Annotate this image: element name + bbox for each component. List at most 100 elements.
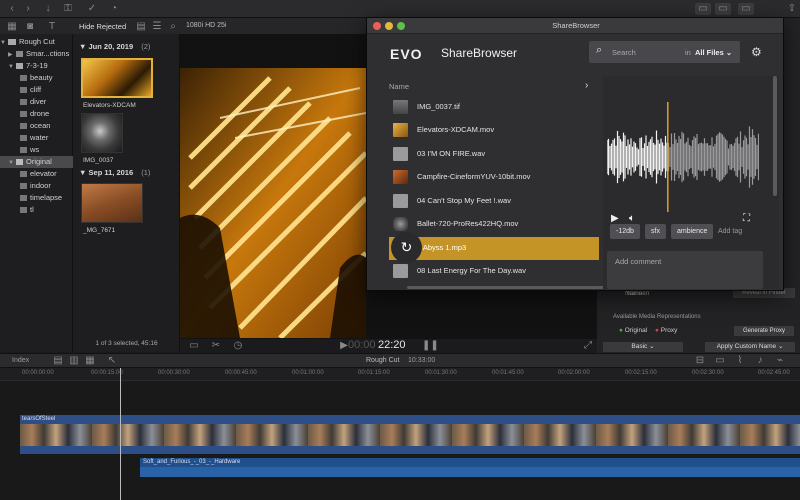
clip-appearance-icon[interactable]: ▤	[135, 21, 147, 33]
list-item[interactable]: Ballet-720-ProRes422HQ.mov	[389, 213, 599, 236]
clip-label: _MG_7671	[83, 227, 116, 234]
date-group-header[interactable]: ▼ Sep 11, 2016 (1)	[79, 168, 150, 177]
event-7-3-19[interactable]: ▼ 7-3-19	[0, 60, 73, 72]
keyword-indoor[interactable]: indoor	[0, 180, 73, 192]
library-smart-collections[interactable]: ▶ Smar...ctions	[0, 48, 73, 60]
audio-meter-icon[interactable]: ⊟	[694, 355, 706, 367]
search-placeholder: Search	[612, 48, 636, 57]
clip-thumbnail-mg7671[interactable]	[81, 183, 143, 223]
audio-waveform[interactable]	[607, 102, 759, 212]
original-option[interactable]: ● Original	[619, 327, 647, 334]
titles-icon[interactable]: T	[46, 21, 58, 33]
list-item[interactable]: 04 Can't Stop My Feet !.wav	[389, 190, 599, 213]
list-item[interactable]: Elevators-XDCAM.mov	[389, 119, 599, 142]
comment-placeholder: Add comment	[615, 257, 662, 266]
video-icon	[393, 170, 408, 184]
keyword-tl[interactable]: tl	[0, 204, 73, 216]
index-button[interactable]: Index	[12, 357, 29, 364]
filter-popup[interactable]: Hide Rejected	[79, 22, 126, 31]
pause-icon[interactable]: ❚❚	[422, 340, 439, 352]
select-tool-icon[interactable]: ↖	[106, 355, 118, 367]
keyword-cliff[interactable]: cliff	[0, 84, 73, 96]
share-icon[interactable]: ⇪	[786, 3, 798, 15]
ruler-tick: 00:01:45:00	[492, 370, 524, 376]
insert-clip-icon[interactable]: ▥	[68, 355, 80, 367]
keyword-icon[interactable]: ⚿	[62, 3, 74, 15]
date-group-header[interactable]: ▼ Jun 20, 2019 (2)	[79, 42, 150, 51]
media-reps-label: Available Media Representations	[613, 314, 701, 320]
keyword-elevator[interactable]: elevator	[0, 168, 73, 180]
view-options-icon[interactable]: ▭	[188, 340, 200, 352]
clip-appearance-icon[interactable]: ▭	[714, 355, 726, 367]
video-clip-audio[interactable]	[20, 446, 800, 454]
libraries-icon[interactable]: ▦	[6, 21, 18, 33]
keyword-timelapse[interactable]: timelapse	[0, 192, 73, 204]
audio-clip-waveform[interactable]	[140, 467, 800, 477]
video-clip-filmstrip[interactable]	[20, 424, 800, 446]
search-icon[interactable]: ⌕	[167, 21, 179, 33]
play-icon[interactable]: ▶	[611, 213, 619, 224]
keyword-water[interactable]: water	[0, 132, 73, 144]
audio-icon	[393, 147, 408, 161]
list-item[interactable]: 03 I'M ON FIRE.wav	[389, 143, 599, 166]
app-name: ShareBrowser	[441, 46, 518, 60]
fullscreen-icon[interactable]: ⛶	[743, 213, 750, 224]
clip-label: IMG_0037	[83, 157, 114, 164]
search-field[interactable]: ⌕ Search in All Files ⌄	[589, 41, 740, 63]
clip-thumbnail-elevators[interactable]	[81, 58, 153, 98]
check-icon[interactable]: ✓	[86, 3, 98, 15]
transform-icon[interactable]: ✂	[210, 340, 222, 352]
back-icon[interactable]: ‹	[6, 3, 18, 15]
audio-icon	[393, 194, 408, 208]
refresh-icon[interactable]: ↻	[391, 232, 422, 263]
list-item[interactable]: IMG_0037.tif	[389, 96, 599, 119]
speed-icon[interactable]: ◷	[232, 340, 244, 352]
keyword-diver[interactable]: diver	[0, 96, 73, 108]
audio-clip-name: Soft_and_Furious_-_03_-_Hardware	[140, 458, 800, 467]
import-icon[interactable]: ↓	[42, 3, 54, 15]
clip-thumbnail-img0037[interactable]	[81, 113, 123, 153]
comment-field[interactable]: Add comment	[607, 251, 763, 289]
filter-settings-icon[interactable]: ⚙	[751, 45, 762, 59]
keyword-ocean[interactable]: ocean	[0, 120, 73, 132]
event-original[interactable]: ▼ Original	[0, 156, 73, 168]
skimming-icon[interactable]: ⌇	[734, 355, 746, 367]
proxy-option[interactable]: ● Proxy	[655, 327, 677, 334]
keyword-ws[interactable]: ws	[0, 144, 73, 156]
forward-icon[interactable]: ›	[22, 3, 34, 15]
library-rough-cut[interactable]: ▼ Rough Cut	[0, 36, 73, 48]
playhead[interactable]	[120, 368, 121, 500]
scope-prefix: in	[685, 48, 691, 57]
tag-chip[interactable]: sfx	[645, 224, 666, 239]
evo-logo: EVO	[390, 46, 423, 62]
add-tag-input[interactable]: Add tag	[718, 228, 742, 235]
layout-icon-3[interactable]: ▭	[738, 3, 754, 15]
keyword-drone[interactable]: drone	[0, 108, 73, 120]
vertical-scrollbar[interactable]	[773, 76, 777, 196]
generate-proxy-button[interactable]: Generate Proxy	[734, 326, 794, 336]
audio-skimming-icon[interactable]: ♪	[754, 355, 766, 367]
selection-status: 1 of 3 selected, 45:16	[95, 340, 158, 347]
keyword-beauty[interactable]: beauty	[0, 72, 73, 84]
list-view-icon[interactable]: ☰	[151, 21, 163, 33]
layout-icon-2[interactable]: ▭	[715, 3, 731, 15]
background-tasks-icon[interactable]: ◔	[108, 3, 120, 15]
layout-icon-1[interactable]: ▭	[695, 3, 711, 15]
list-item[interactable]: Campfire-CineformYUV-10bit.mov	[389, 166, 599, 189]
snapping-icon[interactable]: ⌁	[774, 355, 786, 367]
append-clip-icon[interactable]: ▦	[84, 355, 96, 367]
fullscreen-icon[interactable]: ⤢	[582, 340, 594, 352]
tag-chip[interactable]: -12db	[610, 224, 640, 239]
photos-icon[interactable]: ◙	[24, 21, 36, 33]
apply-custom-name-popup[interactable]: Apply Custom Name ⌄	[705, 342, 795, 352]
chevron-right-icon[interactable]: ›	[585, 80, 588, 91]
basic-popup[interactable]: Basic ⌄	[603, 342, 683, 352]
timeline-toolbar: Index ▤ ▥ ▦ ↖ Rough Cut 10:33:00 ⊟ ▭ ⌇ ♪…	[0, 353, 800, 368]
connect-clip-icon[interactable]: ▤	[52, 355, 64, 367]
column-header-name[interactable]: Name	[389, 82, 409, 91]
viewer-controls: ▭ ✂ ◷ ▶ 00:00 22:20 ❚❚ ⤢	[180, 339, 600, 353]
tag-chip[interactable]: ambience	[671, 224, 714, 239]
list-item[interactable]: 08 Last Energy For The Day.wav	[389, 260, 599, 283]
scope-dropdown[interactable]: All Files ⌄	[695, 48, 732, 57]
volume-icon[interactable]: 🔈︎	[629, 213, 635, 224]
